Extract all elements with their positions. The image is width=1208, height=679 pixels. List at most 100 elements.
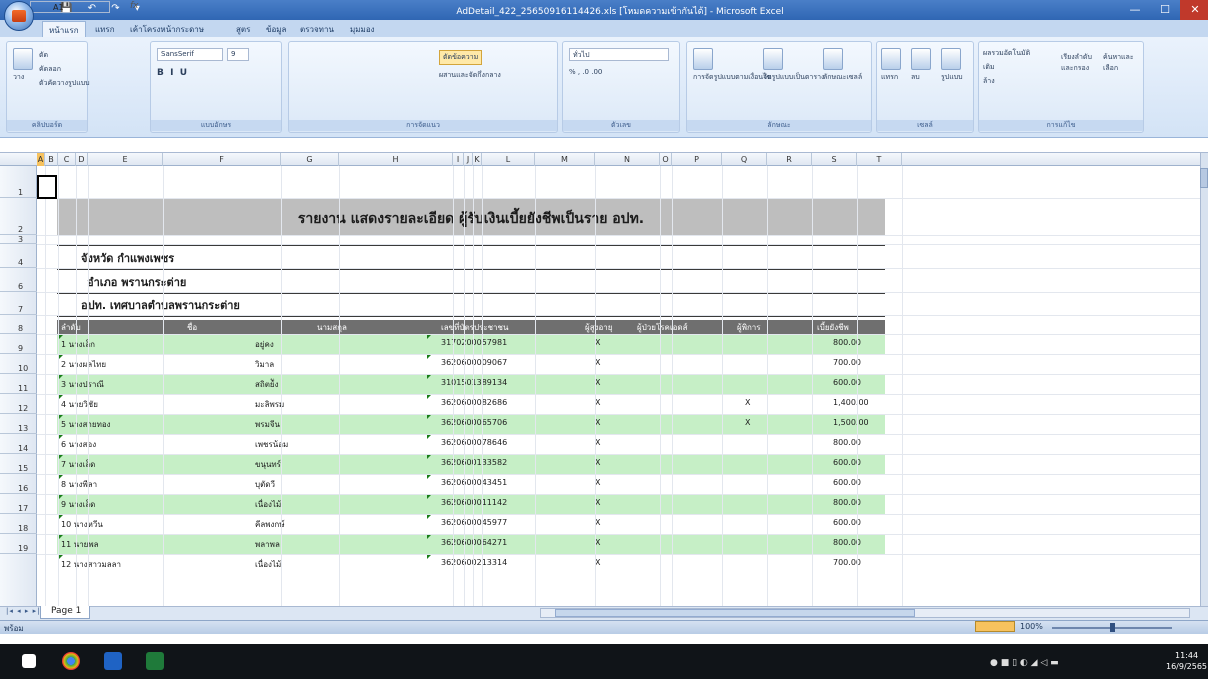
tray-icons[interactable]: ● ■ ▯ ◐ ◢ ◁ ▬	[990, 658, 1059, 668]
table-row[interactable]: 7 นางเล็ด ขนุนทร์ 3620600133582 X 600.00	[57, 454, 885, 474]
copy-button[interactable]: คัดลอก	[39, 64, 61, 75]
column-header[interactable]: A	[37, 153, 45, 166]
row-header[interactable]: 16	[0, 474, 37, 494]
cell-styles-button[interactable]: ลักษณะเซลล์	[823, 48, 862, 83]
column-header[interactable]: H	[339, 153, 453, 166]
format-button[interactable]: รูปแบบ	[941, 48, 963, 83]
column-header[interactable]: J	[464, 153, 473, 166]
windows-start-icon[interactable]	[22, 654, 36, 668]
column-header[interactable]: E	[88, 153, 163, 166]
find-select-button[interactable]: ค้นหาและ เลือก	[1103, 52, 1143, 74]
tab-data[interactable]: ข้อมูล	[266, 23, 286, 36]
format-table-button[interactable]: จัดรูปแบบเป็นตาราง	[763, 48, 824, 83]
column-header[interactable]: G	[281, 153, 339, 166]
office-button[interactable]	[4, 1, 34, 31]
row-header[interactable]: 2	[0, 198, 37, 235]
table-row[interactable]: 3 นางปราณี สถิตย์ัง 3101501389134 X 600.00	[57, 374, 885, 394]
active-cell[interactable]	[37, 175, 57, 199]
table-row[interactable]: 8 นางพีลา บุตัดวี 3620600043451 X 600.00	[57, 474, 885, 494]
zoom-level[interactable]: 100%	[1020, 622, 1043, 631]
column-header[interactable]: R	[767, 153, 812, 166]
wrap-text-button[interactable]: ตัดข้อความ	[439, 50, 483, 65]
vertical-scrollbar[interactable]	[1200, 153, 1208, 606]
tab-formulas[interactable]: สูตร	[236, 23, 250, 36]
row-header[interactable]: 15	[0, 454, 37, 474]
column-header[interactable]: C	[58, 153, 76, 166]
worksheet-grid[interactable]: รายงาน แสดงรายละเอียด ผู้รับเงินเบี้ยยัง…	[37, 166, 1200, 606]
table-row[interactable]: 2 นางผลไทย วิมาล 3620600009067 X 700.00	[57, 354, 885, 374]
clock[interactable]: 11:44 16/9/2565	[1166, 650, 1207, 672]
table-row[interactable]: 5 นางสายทอง พรมจีน 3620600065706 X X 1,500.00	[57, 414, 885, 434]
column-header[interactable]: D	[76, 153, 88, 166]
row-header[interactable]: 14	[0, 434, 37, 454]
table-row[interactable]: 4 นายวิชัย มะลิพรม 3620600082686 X X 1,400.00	[57, 394, 885, 414]
number-format-box[interactable]: ทั่วไป	[569, 48, 669, 61]
tab-review[interactable]: ตรวจทาน	[300, 23, 334, 36]
font-name-box[interactable]: SansSerif	[157, 48, 223, 61]
row-header[interactable]: 4	[0, 244, 37, 268]
view-buttons[interactable]	[975, 621, 1015, 632]
row-header[interactable]: 19	[0, 534, 37, 554]
row-header[interactable]: 1	[0, 166, 37, 198]
fill-button[interactable]: เติม	[983, 62, 995, 73]
autosum-button[interactable]: ผลรวมอัตโนมัติ	[983, 48, 1030, 59]
cut-button[interactable]: ตัด	[39, 50, 48, 61]
column-header[interactable]: B	[45, 153, 58, 166]
font-size-box[interactable]: 9	[227, 48, 249, 61]
sheet-nav-arrows[interactable]: |◂ ◂ ▸ ▸|	[6, 607, 40, 615]
column-header[interactable]: O	[660, 153, 672, 166]
maximize-button[interactable]: ☐	[1150, 0, 1180, 20]
close-button[interactable]: ✕	[1180, 0, 1208, 20]
table-row[interactable]: 10 นางหวีน คีลพงกษ์ 3620600045977 X 600.00	[57, 514, 885, 534]
column-header[interactable]: L	[482, 153, 535, 166]
minimize-button[interactable]: —	[1120, 0, 1150, 20]
conditional-format-button[interactable]: การจัดรูปแบบตามเงื่อนไข	[693, 48, 771, 83]
tab-insert[interactable]: แทรก	[95, 23, 115, 36]
excel-taskbar-icon[interactable]	[146, 652, 164, 670]
row-header[interactable]: 9	[0, 334, 37, 354]
row-header[interactable]: 10	[0, 354, 37, 374]
format-painter-button[interactable]: ตัวคัดวางรูปแบบ	[39, 78, 90, 89]
horizontal-scroll-thumb[interactable]	[555, 609, 915, 617]
column-header[interactable]: Q	[722, 153, 767, 166]
percent-comma-buttons[interactable]: % , .0 .00	[569, 68, 602, 76]
merge-center-button[interactable]: ผสานและจัดกึ่งกลาง	[439, 70, 501, 81]
clear-button[interactable]: ล้าง	[983, 76, 995, 87]
tab-page-layout[interactable]: เค้าโครงหน้ากระดาษ	[130, 23, 204, 36]
row-header[interactable]: 17	[0, 494, 37, 514]
outlook-icon[interactable]	[104, 652, 122, 670]
column-header[interactable]: N	[595, 153, 660, 166]
sheet-tab-page1[interactable]: Page 1	[40, 606, 90, 619]
paste-button[interactable]: วาง	[13, 48, 33, 83]
vertical-scroll-thumb[interactable]	[1200, 168, 1208, 188]
row-header[interactable]: 7	[0, 292, 37, 315]
column-header[interactable]: P	[672, 153, 722, 166]
insert-button[interactable]: แทรก	[881, 48, 901, 83]
table-row[interactable]: 11 นายพล พลาพล 3620600064271 X 800.00	[57, 534, 885, 554]
chrome-icon[interactable]	[62, 652, 80, 670]
tab-home[interactable]: หน้าแรก	[42, 21, 86, 37]
table-row[interactable]: 6 นางสอง เพชรน้อม 3620600078646 X 800.00	[57, 434, 885, 454]
column-header[interactable]: T	[857, 153, 902, 166]
table-row[interactable]: 1 นางเล็ก อยู่คง 3170200057981 X 800.00	[57, 334, 885, 354]
column-header[interactable]: S	[812, 153, 857, 166]
fx-icon[interactable]: fx	[130, 1, 139, 11]
row-header[interactable]: 13	[0, 414, 37, 434]
table-row[interactable]: 9 นางเล็ด เนื่องไม้ 3620600011142 X 800.00	[57, 494, 885, 514]
row-header[interactable]: 18	[0, 514, 37, 534]
row-header[interactable]: 8	[0, 315, 37, 334]
row-header[interactable]: 11	[0, 374, 37, 394]
bold-italic-underline[interactable]: B I U	[157, 68, 187, 78]
name-box[interactable]: A1	[30, 1, 110, 13]
zoom-slider-thumb[interactable]	[1110, 623, 1115, 632]
column-header[interactable]: K	[473, 153, 482, 166]
row-header[interactable]: 6	[0, 268, 37, 292]
delete-button[interactable]: ลบ	[911, 48, 931, 83]
row-header[interactable]: 3	[0, 235, 37, 244]
table-row[interactable]: 12 นางสาวมลลา เนื่องไม้ 3620600213314 X 700.…	[57, 554, 885, 574]
column-header[interactable]: I	[453, 153, 464, 166]
sort-filter-button[interactable]: เรียงลำดับ และกรอง	[1061, 52, 1101, 74]
column-header[interactable]: F	[163, 153, 281, 166]
column-header[interactable]: M	[535, 153, 595, 166]
tab-view[interactable]: มุมมอง	[350, 23, 375, 36]
